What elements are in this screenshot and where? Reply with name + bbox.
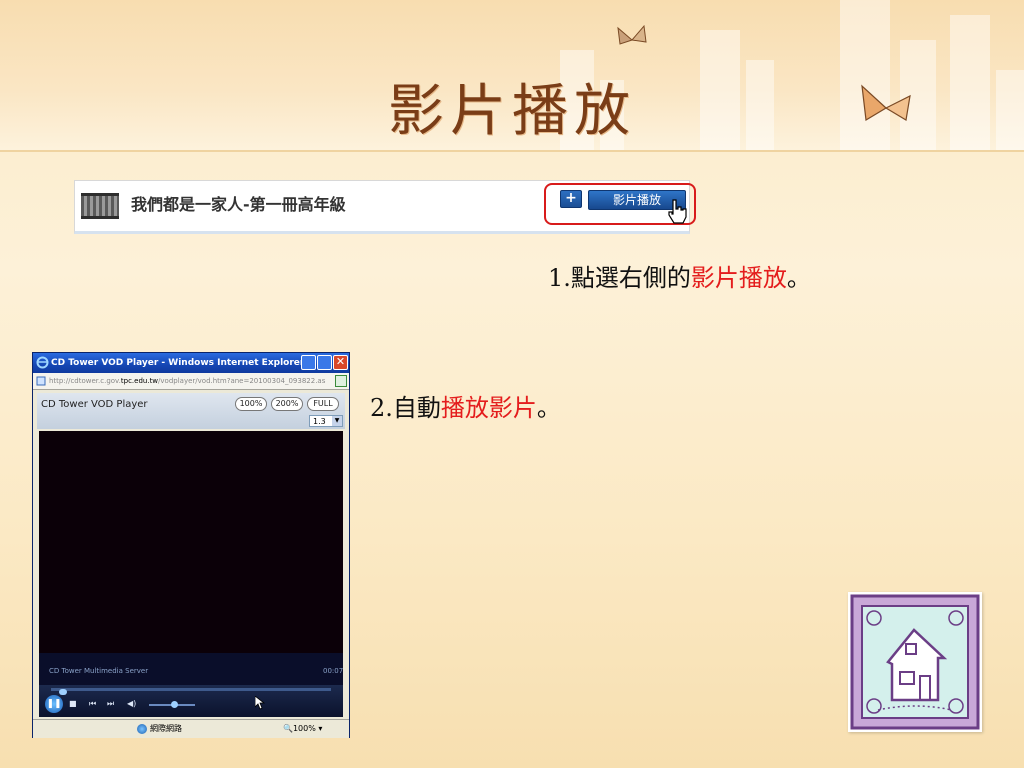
zoom-200-button[interactable]: 200%: [271, 397, 303, 411]
player-header: CD Tower VOD Player 100% 200% FULL 1.3 ▼: [37, 393, 345, 429]
house-picture-icon: [850, 594, 980, 730]
player-controls: ❚❚ ■ ⏮ ⏭ ◀): [39, 685, 343, 717]
maximize-button[interactable]: [317, 355, 332, 370]
step-text: 自動: [392, 394, 441, 422]
butterfly-icon: [617, 24, 647, 45]
mouse-cursor-icon: [255, 696, 265, 710]
window-title: CD Tower VOD Player - Windows Internet E…: [51, 358, 305, 368]
time-readout: 00:07: [323, 667, 344, 675]
step-suffix: 。: [786, 264, 811, 292]
page-title: 影片播放: [388, 79, 636, 144]
go-icon[interactable]: [335, 375, 347, 387]
hand-pointer-icon: [668, 199, 687, 224]
seek-bar[interactable]: [51, 688, 331, 695]
speed-select[interactable]: 1.3 ▼: [309, 415, 343, 427]
volume-icon[interactable]: ◀): [127, 699, 136, 708]
address-path: /vodplayer/vod.htm?ane=20100304_093822.a…: [158, 377, 326, 385]
previous-icon[interactable]: ⏮: [89, 699, 96, 709]
film-icon: [81, 193, 119, 219]
close-button[interactable]: ✕: [333, 355, 348, 370]
stop-icon[interactable]: ■: [69, 699, 77, 708]
player-name: CD Tower VOD Player: [41, 399, 148, 410]
step-suffix: 。: [536, 394, 561, 422]
step-number: 1.: [548, 264, 571, 292]
step-highlight: 影片播放: [690, 264, 787, 292]
zoom-control[interactable]: 🔍100% ▾: [283, 720, 322, 738]
security-zone: 網際網路: [137, 720, 182, 738]
seek-handle[interactable]: [59, 689, 68, 695]
page-icon: [36, 376, 46, 386]
volume-handle[interactable]: [171, 701, 179, 708]
address-bar[interactable]: http://cdtower.c.gov.tpc.edu.tw/vodplaye…: [33, 373, 349, 390]
ie-icon: [36, 356, 49, 369]
zoom-level: 100%: [292, 724, 316, 733]
step-1-text: 1.點選右側的影片播放。: [548, 258, 811, 293]
status-bar: 網際網路 🔍100% ▾: [33, 719, 349, 738]
browser-window: CD Tower VOD Player - Windows Internet E…: [32, 352, 350, 738]
video-title: 我們都是一家人-第一冊高年級: [131, 195, 346, 214]
speed-value: 1.3: [313, 417, 326, 426]
zoom-100-button[interactable]: 100%: [235, 397, 267, 411]
fullscreen-button[interactable]: FULL: [307, 397, 339, 411]
pause-button[interactable]: ❚❚: [45, 695, 63, 713]
step-number: 2.: [370, 394, 393, 422]
step-2-text: 2.自動播放影片。: [370, 388, 561, 423]
video-area[interactable]: [39, 431, 343, 653]
minimize-button[interactable]: [301, 355, 316, 370]
chevron-down-icon: ▼: [332, 416, 342, 426]
server-label: CD Tower Multimedia Server: [49, 667, 149, 675]
house-clipart: [848, 592, 982, 732]
step-highlight: 播放影片: [440, 394, 537, 422]
zone-label: 網際網路: [150, 724, 182, 733]
address-prefix: http://cdtower.c.gov.: [49, 377, 121, 385]
globe-icon: [137, 723, 147, 734]
next-icon[interactable]: ⏭: [107, 699, 114, 709]
window-titlebar: CD Tower VOD Player - Windows Internet E…: [33, 353, 349, 373]
address-host: tpc.edu.tw: [120, 377, 159, 385]
step-text: 點選右側的: [570, 264, 691, 292]
